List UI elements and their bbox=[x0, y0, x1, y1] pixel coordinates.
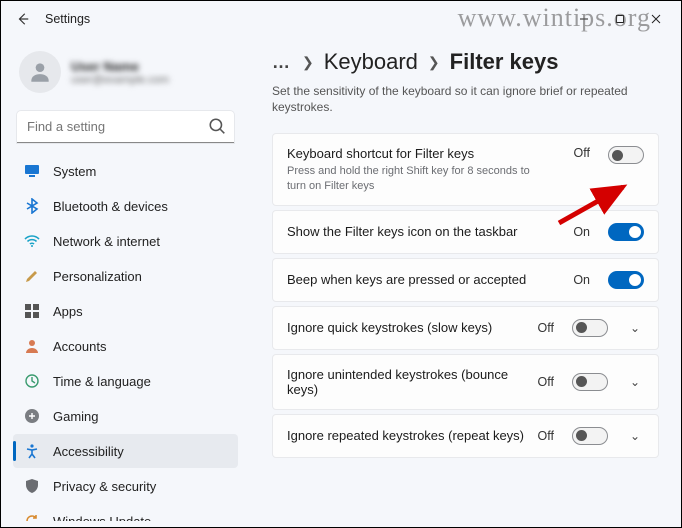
back-button[interactable] bbox=[9, 5, 37, 33]
window-title: Settings bbox=[45, 12, 90, 26]
nav-list: System Bluetooth & devices Network & int… bbox=[11, 153, 240, 521]
sidebar-item-label: System bbox=[53, 164, 96, 179]
toggle-switch[interactable] bbox=[608, 271, 644, 289]
breadcrumb-filter-keys: Filter keys bbox=[450, 49, 559, 75]
toggle-switch[interactable] bbox=[572, 427, 608, 445]
setting-title: Ignore quick keystrokes (slow keys) bbox=[287, 320, 526, 335]
setting-beep-keys[interactable]: Beep when keys are pressed or accepted O… bbox=[272, 258, 659, 302]
setting-slow-keys[interactable]: Ignore quick keystrokes (slow keys) Off … bbox=[272, 306, 659, 350]
sidebar-item-network[interactable]: Network & internet bbox=[13, 224, 238, 258]
maximize-icon bbox=[615, 14, 625, 24]
close-button[interactable] bbox=[639, 7, 673, 31]
sidebar-item-label: Gaming bbox=[53, 409, 99, 424]
minimize-icon bbox=[579, 14, 589, 24]
breadcrumb-keyboard[interactable]: Keyboard bbox=[324, 49, 418, 75]
sidebar-item-label: Time & language bbox=[53, 374, 151, 389]
sidebar-item-label: Privacy & security bbox=[53, 479, 156, 494]
chevron-right-icon: ❯ bbox=[302, 54, 314, 71]
sidebar-item-label: Apps bbox=[53, 304, 83, 319]
sidebar-item-time-language[interactable]: Time & language bbox=[13, 364, 238, 398]
toggle-switch[interactable] bbox=[608, 146, 644, 164]
setting-title: Beep when keys are pressed or accepted bbox=[287, 272, 561, 287]
setting-subtitle: Press and hold the right Shift key for 8… bbox=[287, 164, 547, 193]
person-icon bbox=[27, 59, 53, 85]
setting-title: Show the Filter keys icon on the taskbar bbox=[287, 224, 561, 239]
sidebar-item-gaming[interactable]: Gaming bbox=[13, 399, 238, 433]
apps-icon bbox=[23, 302, 41, 320]
clock-globe-icon bbox=[23, 372, 41, 390]
shield-icon bbox=[23, 477, 41, 495]
chevron-right-icon: ❯ bbox=[428, 54, 440, 71]
chevron-down-icon[interactable]: ⌄ bbox=[626, 321, 644, 335]
sidebar-item-privacy[interactable]: Privacy & security bbox=[13, 469, 238, 503]
breadcrumb: … ❯ Keyboard ❯ Filter keys bbox=[272, 49, 659, 75]
toggle-switch[interactable] bbox=[572, 319, 608, 337]
sidebar-item-accessibility[interactable]: Accessibility bbox=[13, 434, 238, 468]
titlebar: Settings bbox=[1, 1, 681, 37]
brush-icon bbox=[23, 267, 41, 285]
maximize-button[interactable] bbox=[603, 7, 637, 31]
system-icon bbox=[23, 162, 41, 180]
sidebar-item-personalization[interactable]: Personalization bbox=[13, 259, 238, 293]
minimize-button[interactable] bbox=[567, 7, 601, 31]
toggle-switch[interactable] bbox=[572, 373, 608, 391]
toggle-state-label: Off bbox=[538, 321, 554, 335]
toggle-state-label: On bbox=[573, 273, 590, 287]
chevron-down-icon[interactable]: ⌄ bbox=[626, 429, 644, 443]
search-input[interactable] bbox=[17, 111, 234, 143]
toggle-state-label: On bbox=[573, 225, 590, 239]
chevron-down-icon[interactable]: ⌄ bbox=[626, 375, 644, 389]
sidebar-item-bluetooth[interactable]: Bluetooth & devices bbox=[13, 189, 238, 223]
sidebar-item-windows-update[interactable]: Windows Update bbox=[13, 504, 238, 521]
gaming-icon bbox=[23, 407, 41, 425]
setting-keyboard-shortcut[interactable]: Keyboard shortcut for Filter keys Press … bbox=[272, 133, 659, 206]
profile-email: user@example.com bbox=[71, 74, 169, 86]
avatar bbox=[19, 51, 61, 93]
profile-block[interactable]: User Name user@example.com bbox=[11, 43, 240, 107]
search-wrapper bbox=[17, 111, 234, 143]
accessibility-icon bbox=[23, 442, 41, 460]
profile-name: User Name bbox=[71, 59, 169, 74]
sidebar-item-label: Bluetooth & devices bbox=[53, 199, 168, 214]
sidebar-item-system[interactable]: System bbox=[13, 154, 238, 188]
window-controls bbox=[567, 7, 673, 31]
wifi-icon bbox=[23, 232, 41, 250]
breadcrumb-ellipsis[interactable]: … bbox=[272, 52, 292, 73]
setting-title: Keyboard shortcut for Filter keys bbox=[287, 146, 562, 161]
setting-bounce-keys[interactable]: Ignore unintended keystrokes (bounce key… bbox=[272, 354, 659, 410]
toggle-state-label: Off bbox=[538, 375, 554, 389]
search-icon[interactable] bbox=[208, 117, 226, 135]
setting-title: Ignore repeated keystrokes (repeat keys) bbox=[287, 428, 526, 443]
sidebar-item-accounts[interactable]: Accounts bbox=[13, 329, 238, 363]
update-icon bbox=[23, 512, 41, 521]
bluetooth-icon bbox=[23, 197, 41, 215]
sidebar-item-label: Accessibility bbox=[53, 444, 124, 459]
toggle-state-label: Off bbox=[538, 429, 554, 443]
sidebar-item-apps[interactable]: Apps bbox=[13, 294, 238, 328]
arrow-left-icon bbox=[16, 12, 30, 26]
sidebar-item-label: Accounts bbox=[53, 339, 106, 354]
setting-show-icon-taskbar[interactable]: Show the Filter keys icon on the taskbar… bbox=[272, 210, 659, 254]
setting-repeat-keys[interactable]: Ignore repeated keystrokes (repeat keys)… bbox=[272, 414, 659, 458]
toggle-switch[interactable] bbox=[608, 223, 644, 241]
main-content: … ❯ Keyboard ❯ Filter keys Set the sensi… bbox=[246, 37, 681, 527]
sidebar-item-label: Personalization bbox=[53, 269, 142, 284]
profile-text: User Name user@example.com bbox=[71, 59, 169, 86]
account-icon bbox=[23, 337, 41, 355]
page-description: Set the sensitivity of the keyboard so i… bbox=[272, 83, 652, 115]
sidebar-item-label: Windows Update bbox=[53, 514, 151, 522]
sidebar: User Name user@example.com System Blueto… bbox=[1, 37, 246, 527]
close-icon bbox=[651, 14, 661, 24]
toggle-state-label: Off bbox=[574, 146, 590, 160]
settings-list: Keyboard shortcut for Filter keys Press … bbox=[272, 133, 659, 458]
setting-title: Ignore unintended keystrokes (bounce key… bbox=[287, 367, 526, 397]
sidebar-item-label: Network & internet bbox=[53, 234, 160, 249]
